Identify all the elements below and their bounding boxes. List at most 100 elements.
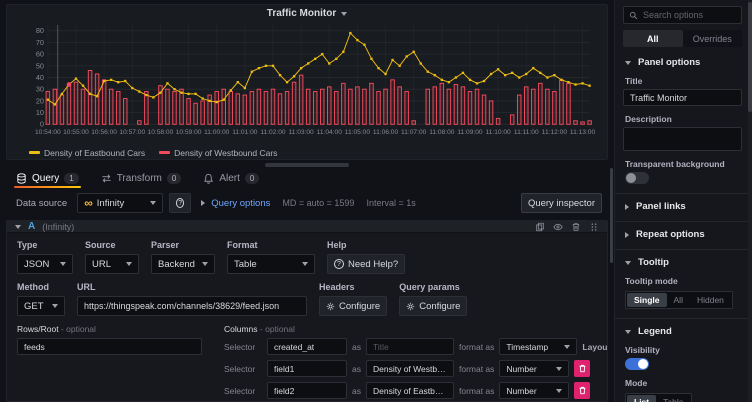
svg-text:11:06:00: 11:06:00 xyxy=(373,129,399,136)
query-ref-id: A xyxy=(28,221,35,232)
duplicate-query-icon[interactable] xyxy=(535,222,545,232)
main-column: Traffic Monitor 0102030405060708010:54:0… xyxy=(0,0,614,402)
column-format-select[interactable]: Number xyxy=(499,382,569,399)
options-tabs: All Overrides xyxy=(623,30,742,47)
method-select[interactable]: GET xyxy=(17,296,65,316)
panel-title-input[interactable] xyxy=(623,89,742,106)
transparent-background-label: Transparent background xyxy=(625,159,742,169)
section-panel-links[interactable]: Panel links xyxy=(625,201,742,212)
query-options-interval: Interval = 1s xyxy=(366,198,415,208)
format-select[interactable]: Table xyxy=(227,254,315,274)
column-format-select[interactable]: Timestamp xyxy=(499,338,577,355)
source-select[interactable]: URL xyxy=(85,254,139,274)
column-selector-input[interactable] xyxy=(267,382,347,399)
legend-visibility-toggle[interactable] xyxy=(625,358,649,370)
datasource-picker[interactable]: ∞ Infinity xyxy=(77,193,163,213)
tooltip-mode-all[interactable]: All xyxy=(667,293,690,307)
column-as-input[interactable] xyxy=(366,382,454,399)
legend-label: Density of Eastbound Cars xyxy=(44,148,145,158)
svg-text:20: 20 xyxy=(36,96,44,105)
parser-select[interactable]: Backend xyxy=(151,254,215,274)
grafana-panel-editor: Traffic Monitor 0102030405060708010:54:0… xyxy=(0,0,752,402)
tab-query[interactable]: Query 1 xyxy=(14,168,81,188)
section-legend[interactable]: Legend xyxy=(625,326,742,337)
legend-mode-list[interactable]: List xyxy=(627,395,656,402)
datasource-row: Data source ∞ Infinity ? Query options M… xyxy=(12,192,602,214)
legend-item-eastbound[interactable]: Density of Eastbound Cars xyxy=(29,148,145,158)
query-options-link[interactable]: Query options xyxy=(211,198,270,209)
chevron-down-icon xyxy=(564,345,570,349)
as-label: as xyxy=(352,364,361,374)
tab-label: Transform xyxy=(117,173,162,184)
legend-item-westbound[interactable]: Density of Westbound Cars xyxy=(159,148,277,158)
column-selector-input[interactable] xyxy=(267,360,347,377)
need-help-button[interactable]: ?Need Help? xyxy=(327,254,405,274)
delete-column-button[interactable] xyxy=(574,360,590,377)
tab-label: Alert xyxy=(219,173,240,184)
title-label: Title xyxy=(625,76,742,86)
chevron-down-icon xyxy=(52,304,58,308)
column-selector-input[interactable] xyxy=(267,338,347,355)
chevron-right-icon xyxy=(625,232,629,238)
transform-count-badge: 0 xyxy=(167,173,181,184)
query-params-label: Query params xyxy=(399,282,467,292)
tab-all[interactable]: All xyxy=(623,30,683,47)
selector-label: Selector xyxy=(224,386,262,396)
rows-root-input[interactable] xyxy=(17,338,202,355)
type-select[interactable]: JSON xyxy=(17,254,73,274)
tab-transform[interactable]: Transform 0 xyxy=(99,168,184,188)
delete-column-button[interactable] xyxy=(574,382,590,399)
column-as-input[interactable] xyxy=(366,338,454,355)
datasource-help-button[interactable]: ? xyxy=(169,193,191,213)
transform-icon xyxy=(101,173,112,184)
svg-text:50: 50 xyxy=(36,61,44,70)
url-input[interactable] xyxy=(77,296,307,316)
sidebar-scrollbar[interactable] xyxy=(748,0,752,402)
url-label: URL xyxy=(77,282,307,292)
svg-text:11:04:00: 11:04:00 xyxy=(317,129,343,136)
query-row-header[interactable]: A (Infinity) xyxy=(7,221,607,233)
drag-handle-icon[interactable] xyxy=(589,222,599,232)
query-options-chevron-icon[interactable] xyxy=(201,200,205,206)
search-options-input[interactable] xyxy=(643,10,736,20)
tab-alert[interactable]: Alert 0 xyxy=(201,168,261,188)
section-tooltip[interactable]: Tooltip xyxy=(625,257,742,268)
help-field: Help ?Need Help? xyxy=(327,240,405,274)
query-params-configure-button[interactable]: Configure xyxy=(399,296,467,316)
section-panel-options[interactable]: Panel options xyxy=(625,57,742,68)
tab-label: Query xyxy=(32,173,59,184)
pane-splitter-handle[interactable] xyxy=(265,163,349,167)
tooltip-mode-hidden[interactable]: Hidden xyxy=(690,293,731,307)
legend-mode-table[interactable]: Table xyxy=(656,395,690,402)
svg-text:11:13:00: 11:13:00 xyxy=(570,129,596,136)
column-as-input[interactable] xyxy=(366,360,454,377)
query-options-md: MD = auto = 1599 xyxy=(282,198,354,208)
transparent-background-toggle[interactable] xyxy=(625,172,649,184)
tooltip-mode-single[interactable]: Single xyxy=(627,293,667,307)
panel-menu-chevron-icon[interactable] xyxy=(341,12,347,16)
eye-icon[interactable] xyxy=(553,222,563,232)
panel-header[interactable]: Traffic Monitor xyxy=(15,7,599,21)
tab-overrides[interactable]: Overrides xyxy=(683,30,743,47)
panel-description-input[interactable] xyxy=(623,127,742,151)
chevron-down-icon xyxy=(302,262,308,266)
main-scrollbar-thumb[interactable] xyxy=(610,168,613,263)
search-options-box[interactable] xyxy=(623,6,742,24)
chevron-down-icon xyxy=(202,262,208,266)
svg-text:10:57:00: 10:57:00 xyxy=(119,129,145,136)
section-repeat-options[interactable]: Repeat options xyxy=(625,229,742,240)
trash-icon[interactable] xyxy=(571,222,581,232)
svg-text:11:09:00: 11:09:00 xyxy=(457,129,483,136)
query-count-badge: 1 xyxy=(64,173,78,184)
svg-text:30: 30 xyxy=(36,84,44,93)
method-label: Method xyxy=(17,282,65,292)
svg-text:80: 80 xyxy=(36,26,44,35)
headers-configure-button[interactable]: Configure xyxy=(319,296,387,316)
collapse-chevron-icon[interactable] xyxy=(15,225,21,229)
column-row: Selector as format as Number xyxy=(224,360,608,377)
type-field: Type JSON xyxy=(17,240,73,274)
column-format-select[interactable]: Number xyxy=(499,360,569,377)
query-inspector-button[interactable]: Query inspector xyxy=(521,193,602,213)
editor-tabs: Query 1 Transform 0 Alert 0 xyxy=(0,168,614,188)
format-as-label: format as xyxy=(459,342,494,352)
